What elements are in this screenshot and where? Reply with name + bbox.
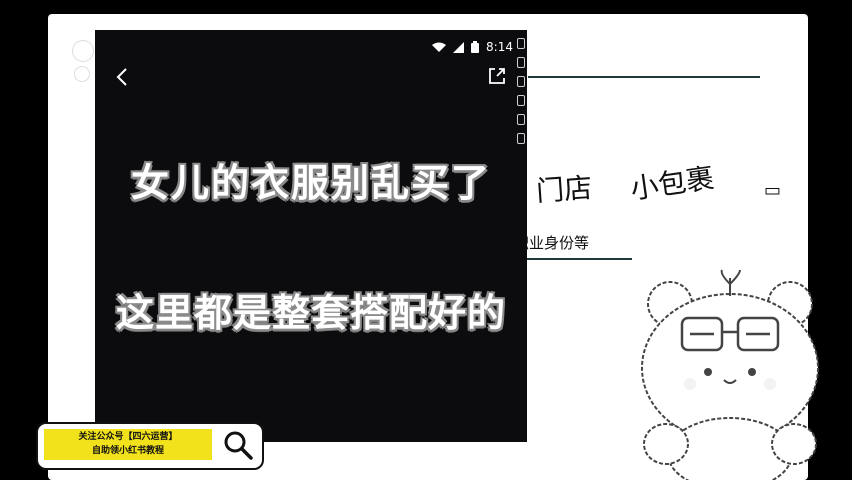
toolbar-icon[interactable] xyxy=(517,38,525,49)
promo-banner: 关注公众号【四六运营】 自助领小红书教程 xyxy=(36,422,264,470)
status-bar: 8:14 xyxy=(432,40,513,54)
promo-line-2: 自助领小红书教程 xyxy=(91,446,164,456)
promo-line-1: 关注公众号【四六运营】 xyxy=(78,432,178,442)
toolbar-icon[interactable] xyxy=(517,76,525,87)
wifi-icon xyxy=(432,42,447,52)
chevron-left-icon[interactable] xyxy=(113,66,133,88)
toolbar-icon[interactable] xyxy=(517,95,525,106)
video-caption-line-1: 女儿的衣服别乱买了 xyxy=(130,161,491,205)
decorative-circle xyxy=(74,66,90,82)
handwriting-store: 门店 xyxy=(535,171,594,208)
share-icon[interactable] xyxy=(487,66,507,86)
phone-screen: 8:14 女儿的衣服别乱买了 这里都是整套搭配好的 xyxy=(95,30,527,442)
side-toolbar xyxy=(515,38,527,158)
toolbar-icon[interactable] xyxy=(517,57,525,68)
bear-mascot-illustration xyxy=(641,269,819,480)
toolbar-icon[interactable] xyxy=(517,133,525,144)
typed-text-underline xyxy=(514,258,632,260)
decorative-circle xyxy=(72,40,94,62)
whiteboard-top-line xyxy=(528,76,760,78)
promo-tag: 关注公众号【四六运营】 自助领小红书教程 xyxy=(44,429,212,460)
search-icon[interactable] xyxy=(222,429,254,461)
signal-icon xyxy=(453,41,465,53)
handwriting-mark: ▭ xyxy=(764,180,782,201)
video-caption-line-2: 这里都是整套搭配好的 xyxy=(115,291,506,335)
battery-icon xyxy=(471,41,480,53)
toolbar-icon[interactable] xyxy=(517,114,525,125)
status-time: 8:14 xyxy=(486,40,513,54)
handwriting-parcel: 小包裹 xyxy=(628,161,717,206)
